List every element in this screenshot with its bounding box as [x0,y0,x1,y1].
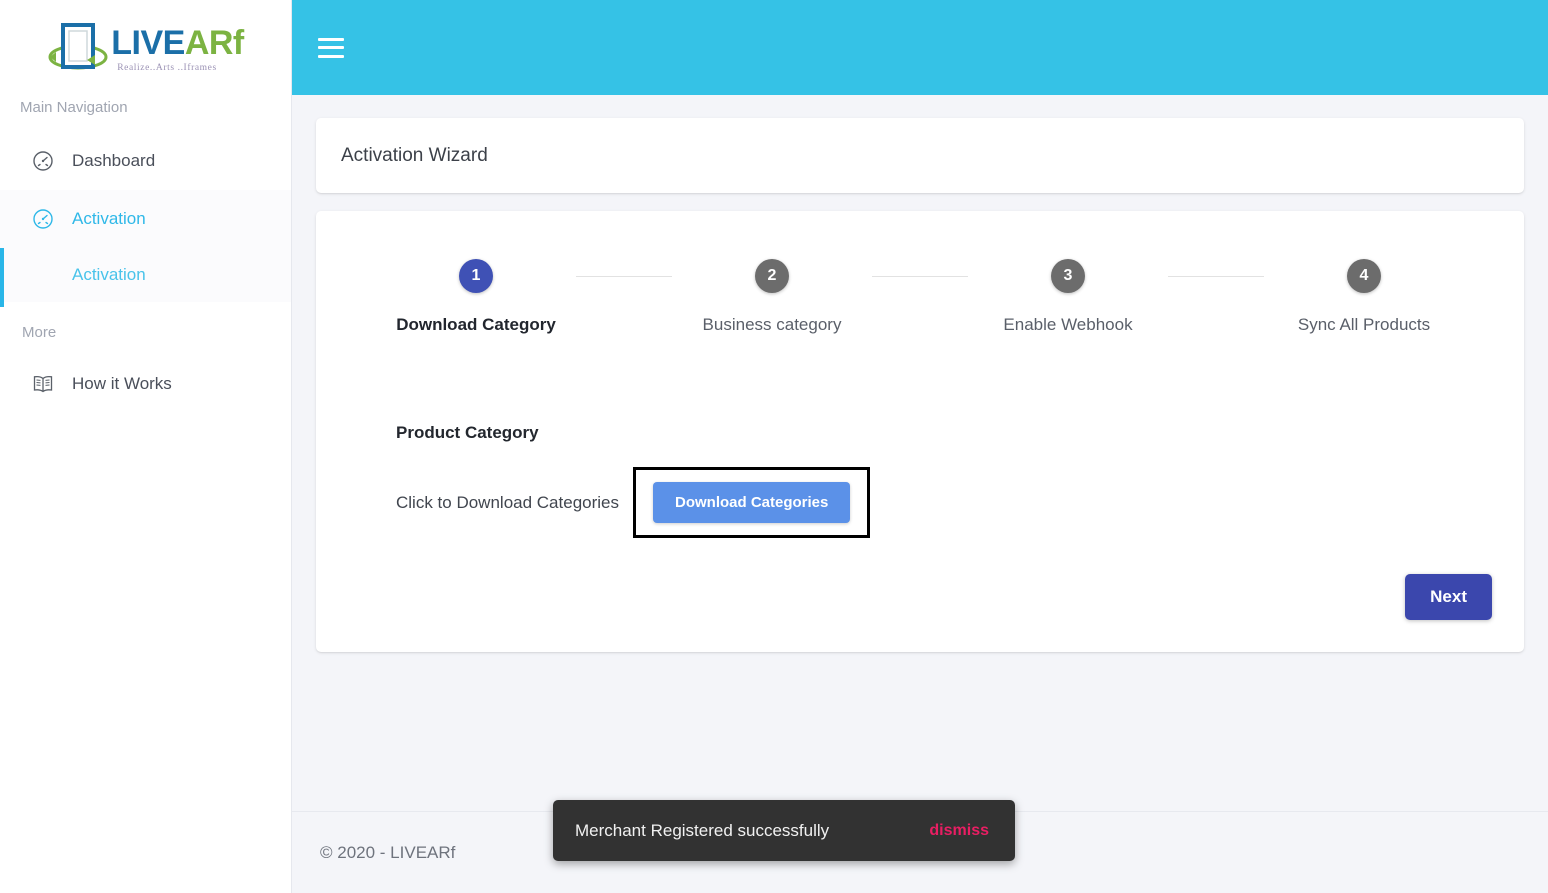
main-area: Activation Wizard 1 Download Category 2 … [292,0,1548,893]
step-circle: 4 [1347,259,1381,293]
hamburger-line [318,46,344,49]
book-icon [30,371,56,397]
hamburger-line [318,37,344,41]
stepper-step-2[interactable]: 2 Business category [672,259,872,335]
wizard-card: 1 Download Category 2 Business category … [316,211,1524,652]
sidebar-subitem-activation[interactable]: Activation [0,248,291,302]
app-root: LIVEARf Realize..Arts ..Iframes Main Nav… [0,0,1548,893]
next-button[interactable]: Next [1405,574,1492,620]
snackbar-message: Merchant Registered successfully [575,820,830,840]
download-button-focus-outline: Download Categories [633,467,871,538]
top-header-bar [292,0,1548,95]
snackbar-dismiss-button[interactable]: dismiss [929,822,989,840]
page-title-card: Activation Wizard [316,118,1524,193]
sidebar-item-label: Activation [72,209,146,228]
logo-text-live: LIVE [111,23,185,62]
wizard-actions: Next [396,574,1492,620]
step-circle: 3 [1051,259,1085,293]
stepper-step-3[interactable]: 3 Enable Webhook [968,259,1168,335]
step-connector-line [576,276,672,277]
logo-text-ar: AR [184,23,234,62]
download-row-label: Click to Download Categories [396,492,619,512]
logo-text-f: f [232,23,244,62]
wizard-stepper: 1 Download Category 2 Business category … [348,259,1492,335]
brand-logo[interactable]: LIVEARf Realize..Arts ..Iframes [0,0,291,95]
hamburger-line [318,54,344,58]
logo-tagline: Realize..Arts ..Iframes [117,62,217,73]
livearf-logo-icon [47,19,109,81]
step-label: Download Category [396,315,556,334]
product-category-section: Product Category Click to Download Categ… [348,423,1492,620]
step-label: Enable Webhook [1003,315,1133,334]
sidebar: LIVEARf Realize..Arts ..Iframes Main Nav… [0,0,292,893]
sidebar-item-label: How it Works [72,374,172,393]
sidebar-item-label: Dashboard [72,151,156,170]
hamburger-icon[interactable] [318,37,344,58]
download-categories-button[interactable]: Download Categories [653,482,851,523]
step-connector-line [872,276,968,277]
page-content: Activation Wizard 1 Download Category 2 … [292,95,1548,811]
gauge-icon [30,206,56,232]
download-row: Click to Download Categories Download Ca… [396,467,1492,538]
toast-snackbar: Merchant Registered successfully dismiss [553,800,1015,861]
sidebar-subitem-label: Activation [72,265,146,284]
sidebar-item-how-it-works[interactable]: How it Works [0,355,291,413]
step-label: Business category [702,315,842,334]
section-title: Product Category [396,423,539,442]
nav-heading-more: More [22,324,57,341]
stepper-step-1[interactable]: 1 Download Category [376,259,576,335]
stepper-step-4[interactable]: 4 Sync All Products [1264,259,1464,335]
step-circle: 1 [459,259,493,293]
nav-heading-main: Main Navigation [20,99,128,116]
sidebar-item-dashboard[interactable]: Dashboard [0,132,291,190]
footer-copyright: © 2020 - LIVEARf [320,842,456,862]
page-title: Activation Wizard [341,144,488,166]
gauge-icon [30,148,56,174]
sidebar-item-activation[interactable]: Activation [0,190,291,248]
step-label: Sync All Products [1297,315,1431,334]
step-connector-line [1168,276,1264,277]
step-circle: 2 [755,259,789,293]
